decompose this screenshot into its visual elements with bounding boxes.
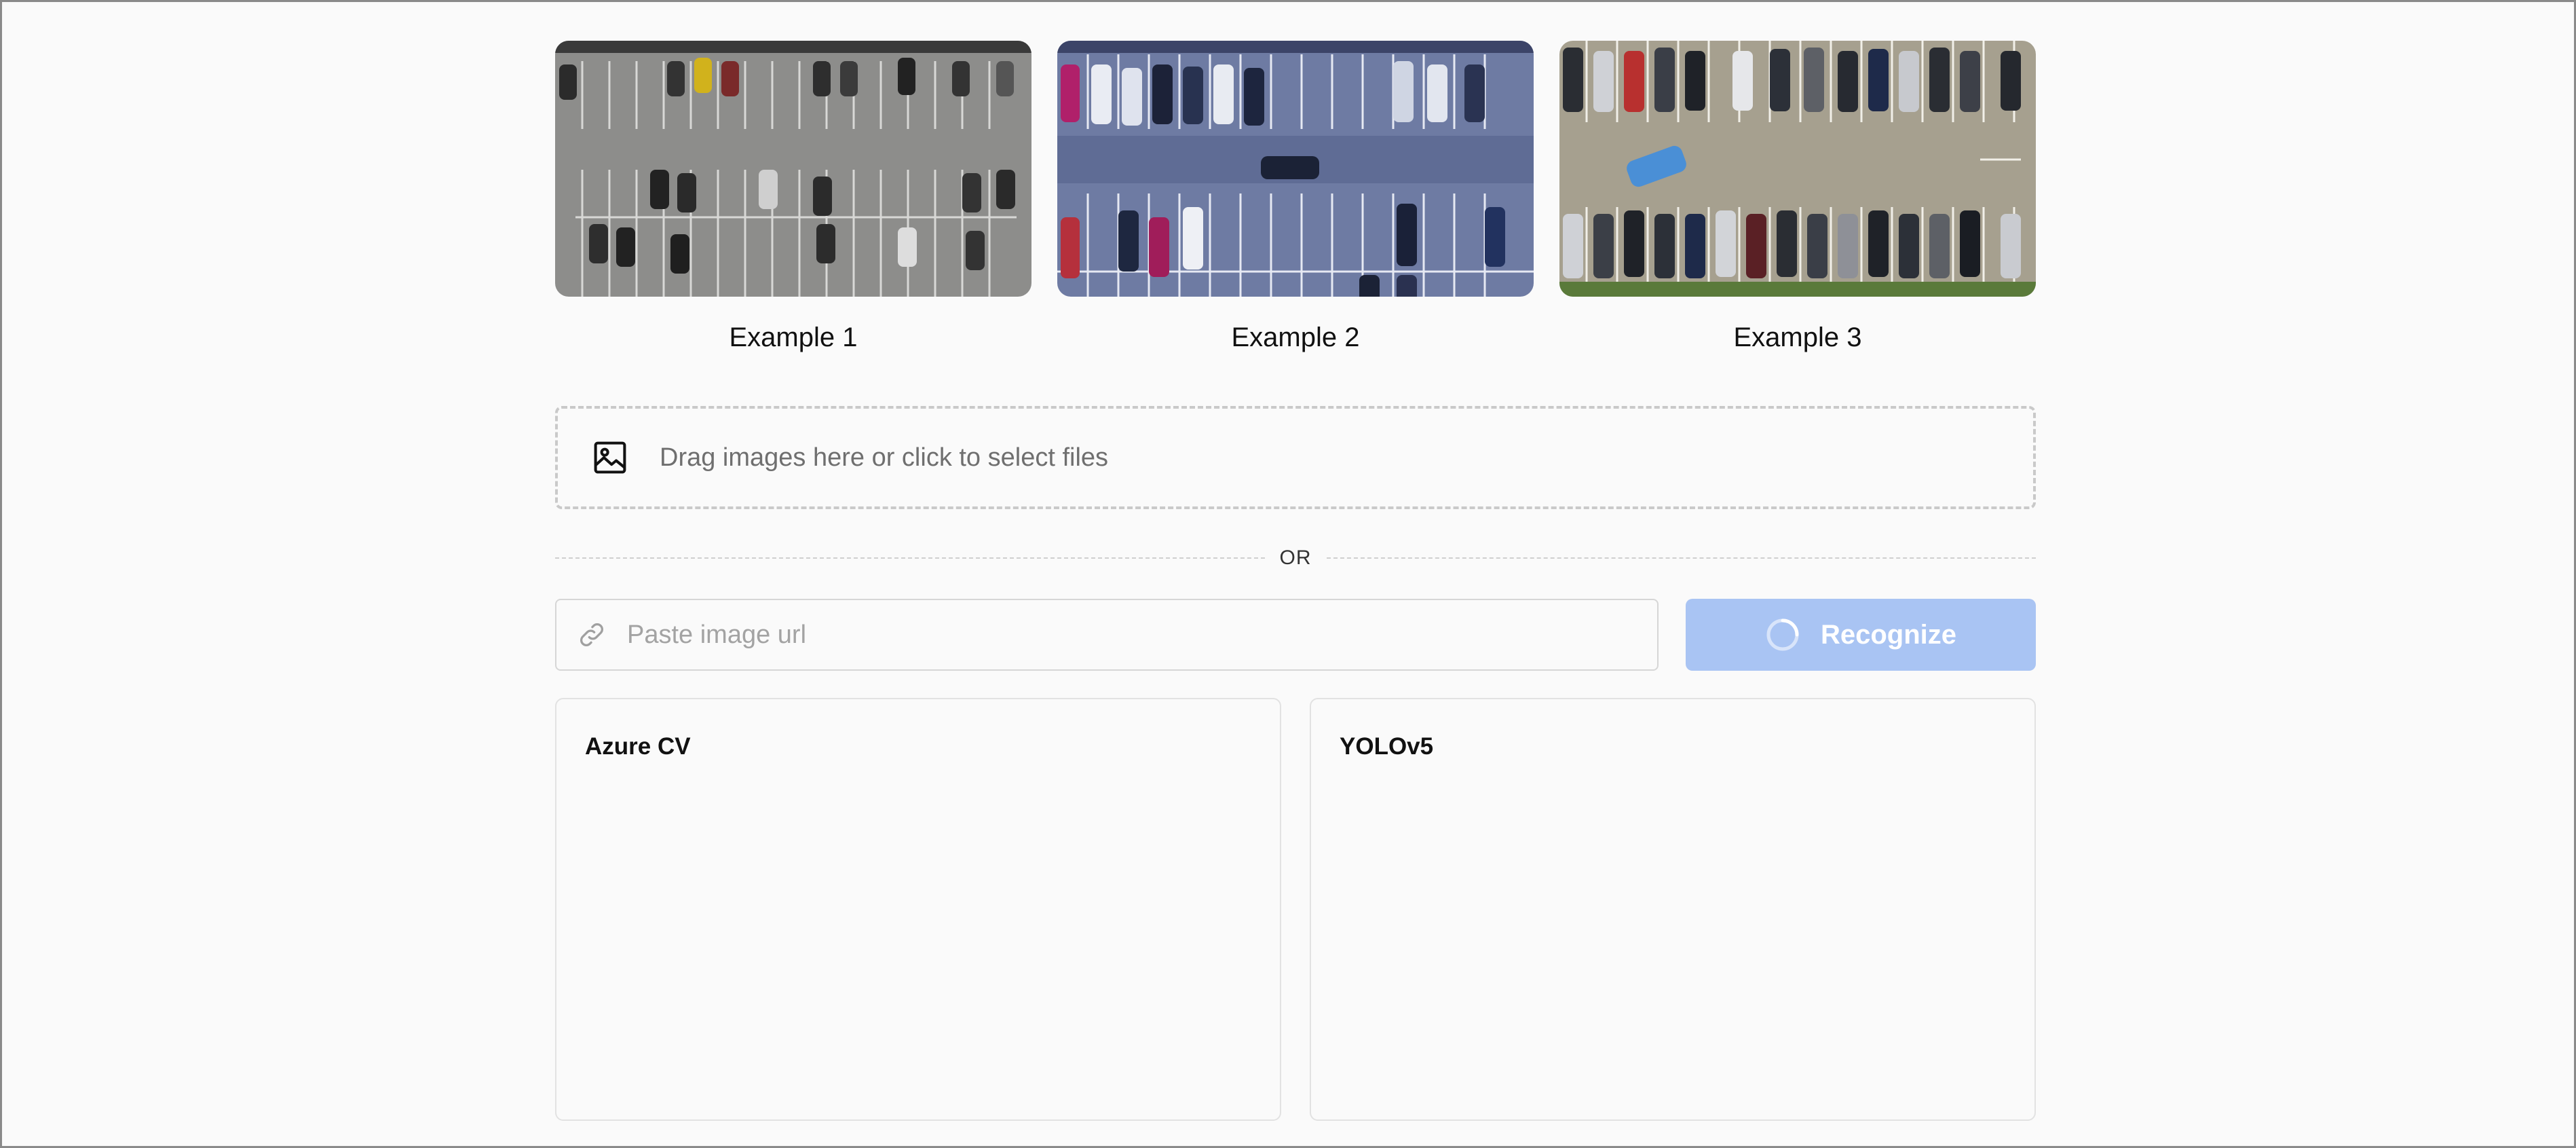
image-url-field[interactable] (555, 599, 1659, 671)
dropzone-text: Drag images here or click to select file… (660, 443, 1109, 472)
main-container: Example 1 Example 2 Example 3 Drag image… (555, 0, 2036, 1148)
or-text: OR (1279, 547, 1312, 569)
example-3-label: Example 3 (1733, 322, 1862, 352)
example-1-image[interactable] (555, 41, 1031, 297)
yolov5-result-panel: YOLOv5 (1310, 698, 2036, 1121)
divider-line-right (1326, 557, 2036, 559)
example-2-label: Example 2 (1231, 322, 1360, 352)
recognize-button[interactable]: Recognize (1686, 599, 2036, 671)
yolov5-title: YOLOv5 (1340, 733, 1434, 760)
link-icon (577, 620, 607, 650)
spinner-icon (1765, 617, 1800, 652)
example-2-card[interactable]: Example 2 (1057, 41, 1534, 353)
divider-line-left (555, 557, 1265, 559)
azure-cv-title: Azure CV (585, 733, 691, 760)
example-1-card[interactable]: Example 1 (555, 41, 1031, 353)
image-url-input[interactable] (627, 620, 1631, 650)
example-2-image[interactable] (1057, 41, 1534, 297)
recognize-button-label: Recognize (1820, 619, 1957, 650)
azure-cv-result-panel: Azure CV (555, 698, 1281, 1121)
or-divider: OR (555, 542, 2036, 574)
image-icon (592, 439, 628, 476)
image-dropzone[interactable]: Drag images here or click to select file… (555, 406, 2036, 509)
example-1-label: Example 1 (729, 322, 858, 352)
examples-row: Example 1 Example 2 Example 3 (555, 41, 2036, 360)
example-3-card[interactable]: Example 3 (1559, 41, 2036, 353)
example-3-image[interactable] (1559, 41, 2036, 297)
